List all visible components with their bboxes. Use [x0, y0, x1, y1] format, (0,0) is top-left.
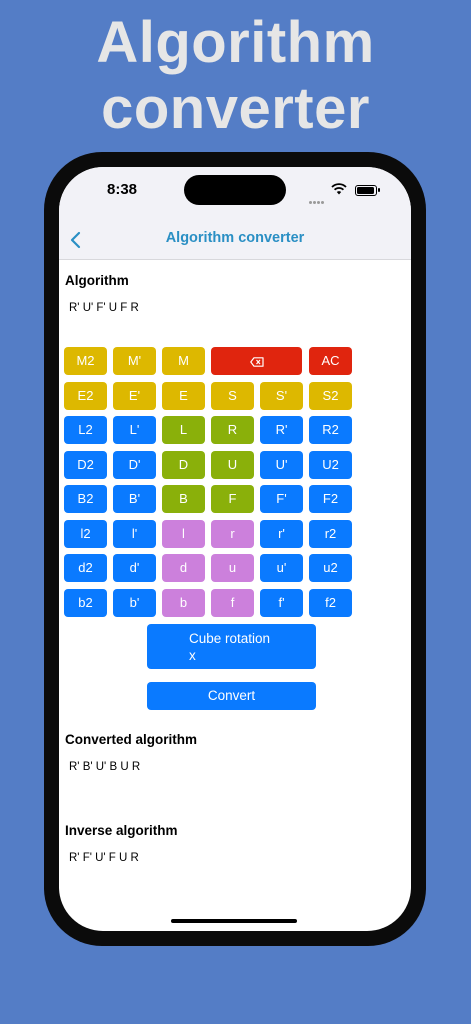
delete-backward-icon — [249, 356, 264, 367]
key-r-prime[interactable]: R' — [260, 416, 303, 444]
key-s[interactable]: S — [211, 381, 254, 410]
home-indicator — [171, 919, 297, 923]
key-wide-r[interactable]: r — [211, 519, 254, 548]
cube-rotation-button[interactable]: Cube rotation x — [147, 624, 316, 669]
key-u[interactable]: U — [211, 450, 254, 479]
key-wide-f-prime[interactable]: f' — [260, 588, 303, 617]
algorithm-value: R' U' F' U F R — [69, 302, 139, 314]
inverse-algorithm-title: Inverse algorithm — [65, 823, 178, 838]
key-wide-d2[interactable]: d2 — [64, 554, 107, 582]
status-bar: 8:38 — [59, 167, 411, 221]
key-wide-r-prime[interactable]: r' — [260, 519, 303, 548]
key-r2[interactable]: R2 — [309, 416, 352, 444]
key-wide-u[interactable]: u — [211, 554, 254, 582]
key-wide-d-prime[interactable]: d' — [113, 554, 156, 582]
convert-button[interactable]: Convert — [147, 682, 316, 710]
key-s2[interactable]: S2 — [309, 381, 352, 410]
dynamic-island — [184, 175, 286, 205]
key-b-prime[interactable]: B' — [113, 485, 156, 513]
key-l-prime[interactable]: L' — [113, 416, 156, 444]
key-u2[interactable]: U2 — [309, 450, 352, 479]
converted-algorithm-value: R' B' U' B U R — [69, 761, 141, 773]
key-wide-b[interactable]: b — [162, 588, 205, 617]
key-b[interactable]: B — [162, 485, 205, 513]
wifi-icon — [331, 183, 347, 195]
navigation-bar: Algorithm converter — [59, 221, 411, 260]
app-screen: 8:38 Algorithm converter Algorithm R' U'… — [59, 167, 411, 931]
key-wide-d[interactable]: d — [162, 554, 205, 582]
key-r[interactable]: R — [211, 416, 254, 444]
key-wide-r2[interactable]: r2 — [309, 519, 352, 548]
algorithm-title: Algorithm — [65, 273, 129, 288]
key-wide-u2[interactable]: u2 — [309, 554, 352, 582]
battery-icon — [355, 185, 377, 196]
key-e-prime[interactable]: E' — [113, 381, 156, 410]
key-wide-l[interactable]: l — [162, 519, 205, 548]
status-time: 8:38 — [107, 181, 138, 198]
key-wide-f[interactable]: f — [211, 588, 254, 617]
promo-title-line1: Algorithm — [96, 10, 375, 75]
key-u-prime[interactable]: U' — [260, 450, 303, 479]
key-s-prime[interactable]: S' — [260, 381, 303, 410]
inverse-algorithm-value: R' F' U' F U R — [69, 852, 139, 864]
key-wide-f2[interactable]: f2 — [309, 588, 352, 617]
key-wide-b2[interactable]: b2 — [64, 588, 107, 617]
key-f[interactable]: F — [211, 485, 254, 513]
cube-rotation-label: Cube rotation — [189, 631, 271, 646]
clear-all-button[interactable]: AC — [309, 347, 352, 375]
key-e2[interactable]: E2 — [64, 381, 107, 410]
key-wide-u-prime[interactable]: u' — [260, 554, 303, 582]
phone-frame: 8:38 Algorithm converter Algorithm R' U'… — [44, 152, 426, 946]
key-l2[interactable]: L2 — [64, 416, 107, 444]
key-d[interactable]: D — [162, 450, 205, 479]
delete-button[interactable] — [211, 347, 302, 375]
key-f-prime[interactable]: F' — [260, 485, 303, 513]
converted-algorithm-title: Converted algorithm — [65, 732, 198, 747]
key-f2[interactable]: F2 — [309, 485, 352, 513]
cube-rotation-value: x — [189, 648, 196, 663]
promo-title: Algorithm converter — [0, 10, 471, 142]
key-l[interactable]: L — [162, 416, 205, 444]
key-wide-l2[interactable]: l2 — [64, 519, 107, 548]
key-wide-l-prime[interactable]: l' — [113, 519, 156, 548]
key-d-prime[interactable]: D' — [113, 450, 156, 479]
key-b2[interactable]: B2 — [64, 485, 107, 513]
nav-title: Algorithm converter — [165, 230, 305, 246]
battery-cap — [378, 188, 380, 192]
key-m-prime[interactable]: M' — [113, 347, 156, 375]
key-e[interactable]: E — [162, 381, 205, 410]
key-d2[interactable]: D2 — [64, 450, 107, 479]
key-wide-b-prime[interactable]: b' — [113, 588, 156, 617]
key-m[interactable]: M — [162, 347, 205, 375]
promo-title-line2: converter — [101, 76, 370, 141]
key-m2[interactable]: M2 — [64, 347, 107, 375]
signal-icon — [309, 191, 325, 209]
